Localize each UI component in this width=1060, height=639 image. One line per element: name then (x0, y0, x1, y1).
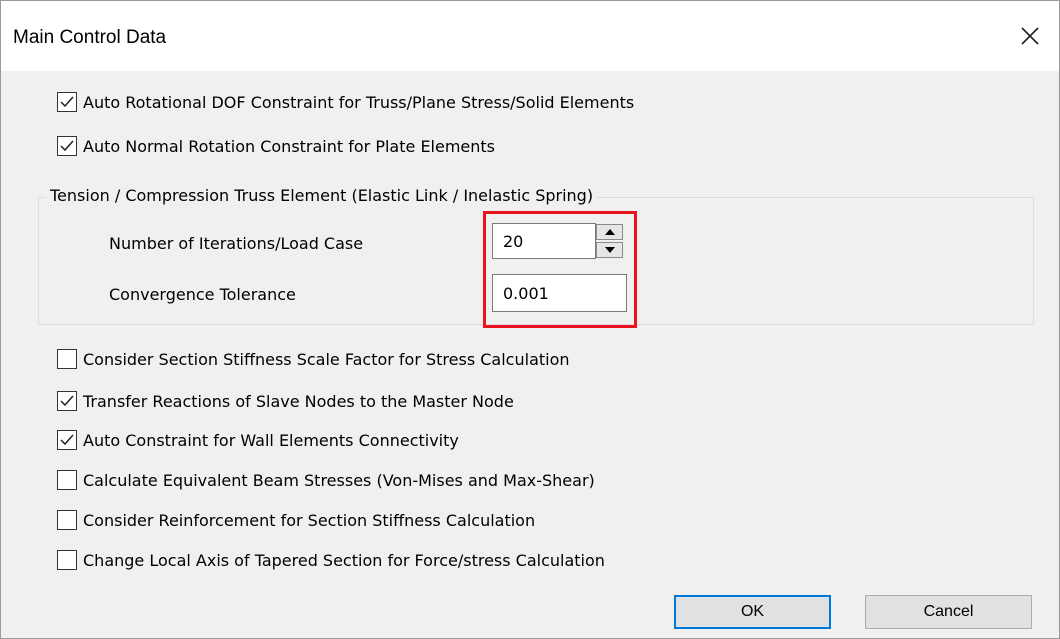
option-auto-normal-rotation[interactable]: Auto Normal Rotation Constraint for Plat… (57, 134, 495, 158)
main-control-data-dialog: Main Control Data Auto Rotational DOF Co… (0, 0, 1060, 639)
option-label: Calculate Equivalent Beam Stresses (Von-… (83, 470, 595, 490)
checkmark-icon (60, 395, 74, 407)
checkbox[interactable] (57, 391, 77, 411)
option-tapered-local-axis[interactable]: Change Local Axis of Tapered Section for… (57, 548, 605, 572)
dialog-title: Main Control Data (13, 27, 167, 48)
checkbox[interactable] (57, 349, 77, 369)
iterations-label: Number of Iterations/Load Case (109, 234, 364, 253)
option-label: Auto Rotational DOF Constraint for Truss… (83, 92, 635, 112)
checkbox[interactable] (57, 470, 77, 490)
option-transfer-reactions[interactable]: Transfer Reactions of Slave Nodes to the… (57, 389, 514, 413)
checkbox[interactable] (57, 136, 77, 156)
option-auto-constraint-wall[interactable]: Auto Constraint for Wall Elements Connec… (57, 428, 459, 452)
option-label: Auto Constraint for Wall Elements Connec… (83, 430, 459, 450)
option-equivalent-beam-stresses[interactable]: Calculate Equivalent Beam Stresses (Von-… (57, 468, 595, 492)
checkbox[interactable] (57, 550, 77, 570)
option-label: Auto Normal Rotation Constraint for Plat… (83, 136, 496, 156)
title-bar: Main Control Data (1, 1, 1059, 71)
option-label: Transfer Reactions of Slave Nodes to the… (83, 391, 514, 411)
close-icon (1021, 27, 1039, 45)
close-button[interactable] (1015, 21, 1045, 51)
group-title: Tension / Compression Truss Element (Ela… (46, 186, 598, 205)
cancel-button[interactable]: Cancel (865, 595, 1032, 629)
red-highlight-box (483, 211, 637, 328)
option-label: Change Local Axis of Tapered Section for… (83, 550, 605, 570)
checkbox[interactable] (57, 510, 77, 530)
checkmark-icon (60, 434, 74, 446)
checkmark-icon (60, 140, 74, 152)
option-reinforcement-stiffness[interactable]: Consider Reinforcement for Section Stiff… (57, 508, 535, 532)
checkbox[interactable] (57, 92, 77, 112)
option-auto-rotational-dof[interactable]: Auto Rotational DOF Constraint for Truss… (57, 90, 634, 114)
checkmark-icon (60, 96, 74, 108)
ok-button[interactable]: OK (674, 595, 831, 629)
checkbox[interactable] (57, 430, 77, 450)
option-label: Consider Section Stiffness Scale Factor … (83, 349, 570, 369)
tolerance-label: Convergence Tolerance (109, 285, 296, 304)
option-section-stiffness-scale[interactable]: Consider Section Stiffness Scale Factor … (57, 347, 570, 371)
option-label: Consider Reinforcement for Section Stiff… (83, 510, 536, 530)
